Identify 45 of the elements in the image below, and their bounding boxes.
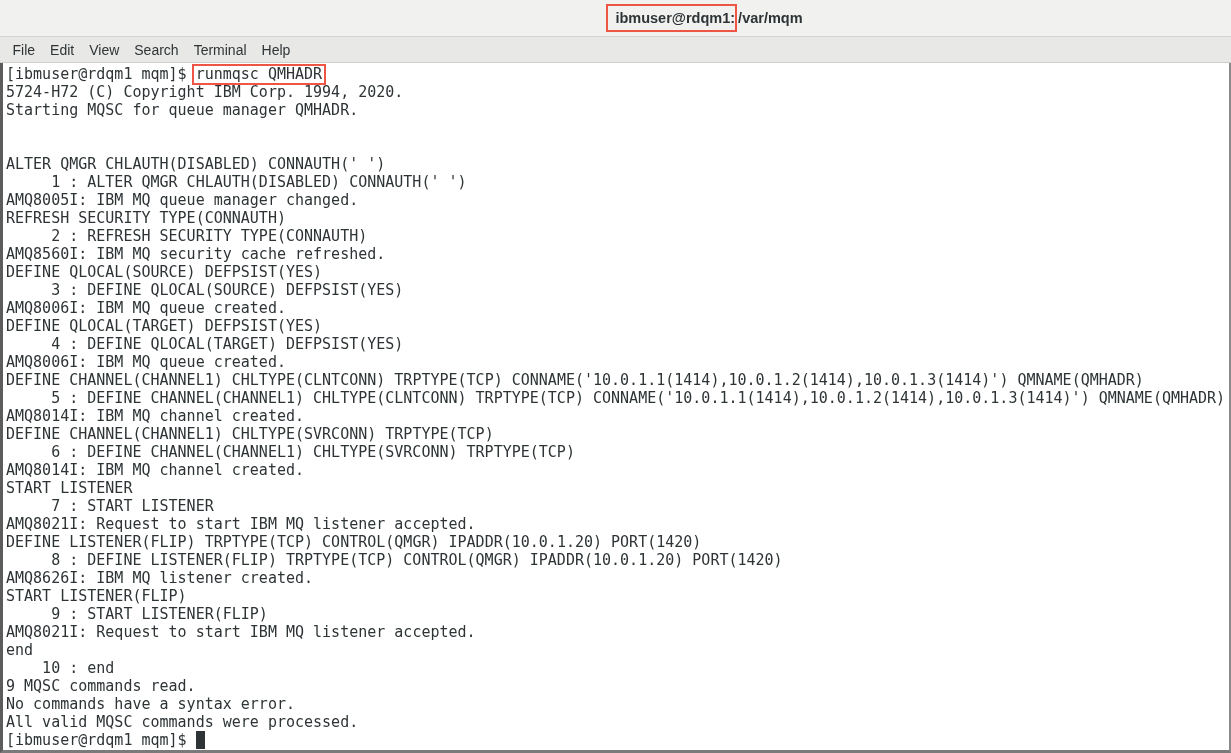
numbered-command-line: 8 : DEFINE LISTENER(FLIP) TRPTYPE(TCP) CONTROL(QMGR) IPADDR(10.0.1.20) PORT(1420) [51, 551, 783, 569]
output-line: end [6, 641, 34, 659]
menu-item[interactable]: Terminal [186, 39, 255, 60]
output-line: AMQ8014I: IBM MQ channel created. [6, 461, 304, 479]
output-line: DEFINE CHANNEL(CHANNEL1) CHLTYPE(CLNTCONN) TRPTYPE(TCP) CONNAME('10.0.1.1(1414),10.0.1.2(1414),10.0.1.3(1414)') QMNAME(QMHADR) [6, 371, 1144, 389]
output-line: AMQ8006I: IBM MQ queue created. [6, 353, 286, 371]
numbered-command-line: 9 : START LISTENER(FLIP) [51, 605, 268, 623]
menu-item[interactable]: Search [126, 39, 187, 60]
output-line: REFRESH SECURITY TYPE(CONNAUTH) [6, 209, 286, 227]
shell-prompt: [ibmuser@rdqm1 mqm]$ [6, 731, 187, 749]
menu-item[interactable]: Help [254, 39, 298, 60]
output-line: 9 MQSC commands read. [6, 677, 196, 695]
output-line: AMQ8626I: IBM MQ listener created. [6, 569, 314, 587]
output-line: AMQ8560I: IBM MQ security cache refreshed. [6, 245, 386, 263]
menu-item[interactable]: Edit [42, 39, 82, 60]
output-line: DEFINE LISTENER(FLIP) TRPTYPE(TCP) CONTROL(QMGR) IPADDR(10.0.1.20) PORT(1420) [6, 533, 702, 551]
output-line: DEFINE QLOCAL(TARGET) DEFPSIST(YES) [6, 317, 323, 335]
output-line: No commands have a syntax error. [6, 695, 295, 713]
numbered-command-line: 1 : ALTER QMGR CHLAUTH(DISABLED) CONNAUTH(' ') [51, 173, 467, 191]
output-line: 5724-H72 (C) Copyright IBM Corp. 1994, 2020. [6, 83, 404, 101]
numbered-command-line: 5 : DEFINE CHANNEL(CHANNEL1) CHLTYPE(CLNTCONN) TRPTYPE(TCP) CONNAME('10.0.1.1(1414),10.0.1.2(1414),10.0.1.3(1414)') QMNAME(QMHADR) [51, 389, 1226, 407]
command-text: runmqsc QMHADR [191, 63, 327, 85]
output-line: DEFINE CHANNEL(CHANNEL1) CHLTYPE(SVRCONN) TRPTYPE(TCP) [6, 425, 494, 443]
title-text: /var/mqm [738, 9, 803, 28]
menu-item[interactable]: File [5, 39, 43, 60]
output-line: START LISTENER(FLIP) [6, 587, 187, 605]
output-line: AMQ8005I: IBM MQ queue manager changed. [6, 191, 359, 209]
output-line: Starting MQSC for queue manager QMHADR. [6, 101, 359, 119]
numbered-command-line: 2 : REFRESH SECURITY TYPE(CONNAUTH) [51, 227, 368, 245]
output-line: START LISTENER [6, 479, 133, 497]
highlighted-title-text: ibmuser@rdqm1: [606, 4, 738, 32]
shell-prompt: [ibmuser@rdqm1 mqm]$ [6, 65, 187, 83]
output-line: ALTER QMGR CHLAUTH(DISABLED) CONNAUTH(' ') [6, 155, 386, 173]
menu-item[interactable]: View [81, 39, 127, 60]
output-line: DEFINE QLOCAL(SOURCE) DEFPSIST(YES) [6, 263, 323, 281]
output-line: AMQ8014I: IBM MQ channel created. [6, 407, 304, 425]
numbered-command-line: 4 : DEFINE QLOCAL(TARGET) DEFPSIST(YES) [51, 335, 404, 353]
output-line: AMQ8021I: Request to start IBM MQ listener accepted. [6, 515, 476, 533]
output-line: All valid MQSC commands were processed. [6, 713, 359, 731]
output-line: AMQ8006I: IBM MQ queue created. [6, 299, 286, 317]
numbered-command-line: 10 : end [42, 659, 115, 677]
numbered-command-line: 7 : START LISTENER [51, 497, 214, 515]
numbered-command-line: 6 : DEFINE CHANNEL(CHANNEL1) CHLTYPE(SVRCONN) TRPTYPE(TCP) [51, 443, 575, 461]
output-line: AMQ8021I: Request to start IBM MQ listener accepted. [6, 623, 476, 641]
numbered-command-line: 3 : DEFINE QLOCAL(SOURCE) DEFPSIST(YES) [51, 281, 404, 299]
